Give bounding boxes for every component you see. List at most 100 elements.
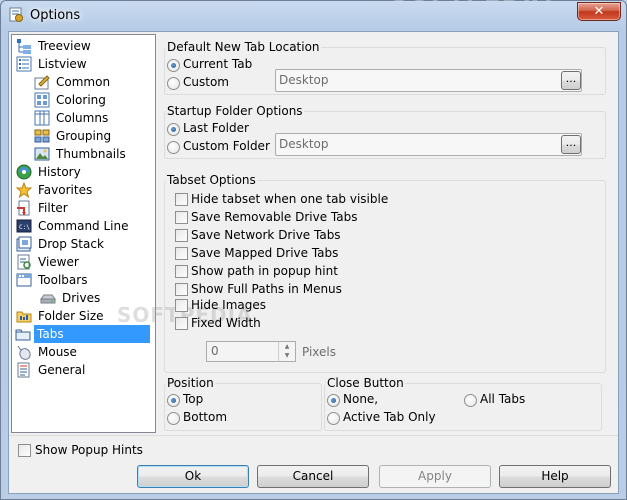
help-button[interactable]: Help bbox=[499, 465, 611, 488]
position-bottom-radio[interactable] bbox=[167, 412, 180, 425]
save-mapped-checkbox[interactable] bbox=[175, 247, 188, 260]
folder-size-icon bbox=[16, 311, 32, 323]
new-tab-browse-button[interactable]: ... bbox=[561, 71, 581, 90]
hide-images-checkbox[interactable] bbox=[175, 299, 188, 312]
filter-icon bbox=[17, 200, 30, 216]
favorites-star-icon bbox=[16, 182, 32, 198]
tree-item-treeview[interactable]: Treeview bbox=[16, 37, 91, 55]
tree-item-filter[interactable]: Filter bbox=[16, 199, 68, 217]
custom-folder-radio[interactable] bbox=[167, 141, 180, 154]
tree-item-label: Favorites bbox=[38, 183, 93, 197]
tree-item-history[interactable]: History bbox=[16, 163, 81, 181]
hide-tabset-label: Hide tabset when one tab visible bbox=[191, 192, 389, 206]
thumbnails-icon bbox=[34, 147, 50, 161]
tree-item-thumbnails[interactable]: Thumbnails bbox=[34, 145, 126, 163]
save-removable-checkbox[interactable] bbox=[175, 211, 188, 224]
spin-up-icon[interactable]: ▲ bbox=[279, 342, 295, 351]
tree-item-drives[interactable]: Drives bbox=[40, 289, 100, 307]
new-tab-path-field[interactable]: Desktop bbox=[275, 69, 582, 92]
save-mapped-label: Save Mapped Drive Tabs bbox=[191, 246, 339, 260]
startup-path-field[interactable]: Desktop bbox=[275, 133, 582, 156]
show-path-hint-label: Show path in popup hint bbox=[191, 264, 338, 278]
tabset-options-title: Tabset Options bbox=[166, 173, 257, 187]
tree-item-toolbars[interactable]: Toolbars bbox=[16, 271, 87, 289]
columns-icon bbox=[34, 110, 50, 126]
softpedia-watermark: SOFTPEDIA bbox=[391, 0, 552, 7]
fixed-width-checkbox[interactable] bbox=[175, 317, 188, 330]
tree-item-common[interactable]: Common bbox=[34, 73, 110, 91]
position-top-radio[interactable] bbox=[167, 394, 180, 407]
title-bar[interactable]: Options SOFTPEDIA ✕ bbox=[1, 0, 626, 31]
tree-item-label: Drives bbox=[62, 291, 101, 305]
close-none-label: None, bbox=[343, 392, 379, 406]
tree-item-grouping[interactable]: Grouping bbox=[34, 127, 111, 145]
position-bottom-label: Bottom bbox=[183, 410, 228, 424]
current-tab-radio[interactable] bbox=[167, 59, 180, 72]
show-popup-hints-checkbox[interactable] bbox=[18, 444, 31, 457]
close-active-tab-radio[interactable] bbox=[327, 412, 340, 425]
drives-icon bbox=[40, 294, 56, 304]
close-button-title: Close Button bbox=[326, 376, 405, 390]
tree-item-label: Coloring bbox=[56, 93, 106, 107]
tree-item-columns[interactable]: Columns bbox=[34, 109, 108, 127]
tree-item-label: Viewer bbox=[38, 255, 79, 269]
drop-stack-icon bbox=[16, 236, 32, 252]
spinner-buttons[interactable]: ▲ ▼ bbox=[278, 342, 295, 361]
position-top-label: Top bbox=[183, 392, 204, 406]
hide-tabset-checkbox[interactable] bbox=[175, 193, 188, 206]
svg-text:C:\: C:\ bbox=[19, 224, 30, 231]
tree-item-command-line[interactable]: C:\ Command Line bbox=[16, 217, 129, 235]
spin-down-icon[interactable]: ▼ bbox=[279, 351, 295, 360]
tree-item-label: Thumbnails bbox=[56, 147, 126, 161]
ok-button[interactable]: Ok bbox=[137, 465, 249, 488]
position-title: Position bbox=[166, 376, 215, 390]
show-path-hint-checkbox[interactable] bbox=[175, 265, 188, 278]
tree-item-label: Columns bbox=[56, 111, 109, 125]
close-none-radio[interactable] bbox=[327, 394, 340, 407]
grouping-icon bbox=[34, 129, 50, 143]
viewer-icon bbox=[17, 254, 31, 270]
tree-item-general[interactable]: General bbox=[16, 361, 85, 379]
tabs-icon bbox=[15, 329, 31, 341]
custom-folder-label: Custom Folder bbox=[183, 139, 270, 153]
tree-item-listview[interactable]: Listview bbox=[16, 55, 87, 73]
options-tree[interactable]: Treeview Listview Common Coloring Column… bbox=[11, 34, 252, 433]
tree-item-mouse[interactable]: Mouse bbox=[16, 343, 77, 361]
tree-item-label: Grouping bbox=[56, 129, 112, 143]
tree-item-coloring[interactable]: Coloring bbox=[34, 91, 106, 109]
show-full-paths-checkbox[interactable] bbox=[175, 283, 188, 296]
startup-folder-title: Startup Folder Options bbox=[166, 104, 304, 118]
toolbars-icon bbox=[16, 273, 32, 287]
tree-item-label: Command Line bbox=[38, 219, 129, 233]
tree-item-viewer[interactable]: Viewer bbox=[16, 253, 79, 271]
show-popup-hints-label: Show Popup Hints bbox=[35, 443, 143, 457]
tree-item-tabs[interactable]: Tabs bbox=[12, 325, 150, 343]
treeview-icon bbox=[17, 39, 31, 54]
startup-browse-button[interactable]: ... bbox=[561, 135, 581, 154]
apply-button[interactable]: Apply bbox=[379, 465, 491, 488]
tree-item-folder-size[interactable]: Folder Size bbox=[16, 307, 104, 325]
mouse-icon bbox=[17, 345, 31, 360]
show-full-paths-label: Show Full Paths in Menus bbox=[191, 282, 342, 296]
tree-item-label: Common bbox=[56, 75, 111, 89]
close-window-button[interactable]: ✕ bbox=[577, 2, 621, 21]
last-folder-radio[interactable] bbox=[167, 123, 180, 136]
common-icon bbox=[34, 75, 50, 90]
cancel-button[interactable]: Cancel bbox=[257, 465, 369, 488]
listview-icon bbox=[16, 56, 32, 72]
close-all-tabs-radio[interactable] bbox=[464, 394, 477, 407]
options-app-icon bbox=[9, 7, 23, 22]
close-all-tabs-label: All Tabs bbox=[480, 392, 526, 406]
tree-item-label: Folder Size bbox=[38, 309, 104, 323]
fixed-width-spinner[interactable]: 0 ▲ ▼ bbox=[206, 341, 296, 362]
custom-tab-radio[interactable] bbox=[167, 77, 180, 90]
history-icon bbox=[16, 164, 32, 180]
tree-item-favorites[interactable]: Favorites bbox=[16, 181, 92, 199]
tree-item-label: Treeview bbox=[38, 39, 91, 53]
tree-item-drop-stack[interactable]: Drop Stack bbox=[16, 235, 104, 253]
tree-item-label: Tabs bbox=[34, 325, 150, 343]
save-network-checkbox[interactable] bbox=[175, 229, 188, 242]
new-tab-location-title: Default New Tab Location bbox=[166, 40, 321, 54]
coloring-icon bbox=[34, 92, 50, 108]
tree-item-label: Mouse bbox=[38, 345, 77, 359]
